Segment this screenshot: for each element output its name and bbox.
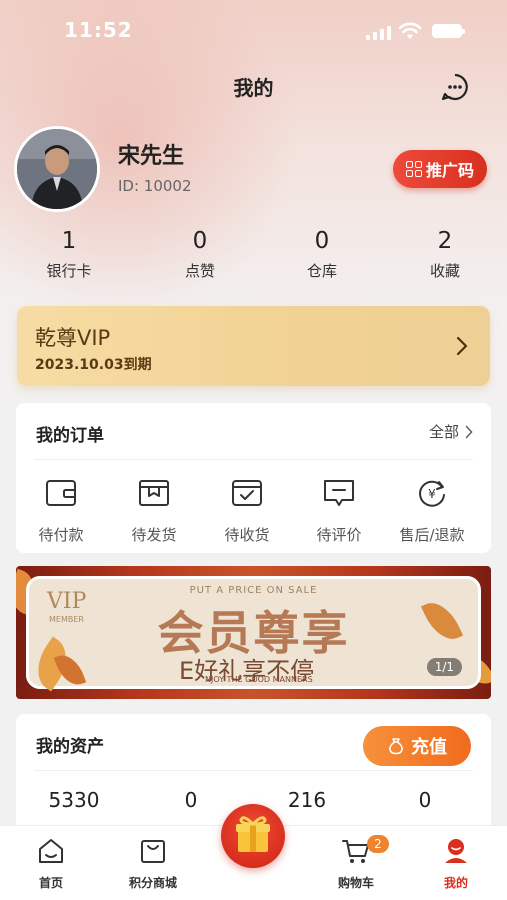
order-pending-shipment[interactable]: 待发货 <box>109 478 199 545</box>
tab-label: 首页 <box>38 876 63 890</box>
stat-label: 收藏 <box>429 262 460 280</box>
asset-value[interactable]: 0 <box>380 788 470 812</box>
divider <box>34 770 473 771</box>
message-icon[interactable] <box>440 72 470 102</box>
recharge-label: 充值 <box>411 737 447 758</box>
tab-home[interactable]: 首页 <box>6 836 96 891</box>
orders-card: 我的订单 全部 待付款 待发货 待收货 待评价 ¥ 售后/退款 <box>16 403 491 553</box>
order-after-sales[interactable]: ¥ 售后/退款 <box>386 478 478 545</box>
stat-value: 1 <box>61 228 77 254</box>
vip-card[interactable]: 乾尊VIP 2023.10.03到期 <box>17 306 490 386</box>
chevron-right-icon <box>456 336 468 356</box>
order-label: 售后/退款 <box>399 526 465 544</box>
money-bag-icon <box>389 738 403 755</box>
asset-value[interactable]: 5330 <box>29 788 119 812</box>
vip-title: 乾尊VIP <box>35 326 111 350</box>
user-id: ID: 10002 <box>118 177 192 195</box>
stat-label: 仓库 <box>306 262 337 280</box>
signal-icon <box>366 26 391 40</box>
gift-button[interactable] <box>221 804 285 868</box>
status-bar: 11:52 <box>0 0 507 60</box>
gift-icon <box>236 816 270 852</box>
stat-likes[interactable]: 0 点赞 <box>155 228 245 281</box>
order-label: 待发货 <box>131 526 177 544</box>
battery-icon <box>432 24 465 38</box>
assets-title: 我的资产 <box>36 737 104 757</box>
promo-code-label: 推广码 <box>425 161 474 180</box>
svg-text:¥: ¥ <box>428 487 436 501</box>
tab-profile[interactable]: 我的 <box>411 836 501 891</box>
banner-inner: VIP MEMBER PUT A PRICE ON SALE 会员尊享 E好礼享… <box>26 576 481 692</box>
home-icon <box>39 839 63 863</box>
order-pending-review[interactable]: 待评价 <box>294 478 384 545</box>
tab-points-mall[interactable]: 积分商城 <box>108 836 198 891</box>
profile-icon <box>445 839 467 863</box>
order-label: 待评价 <box>316 526 362 544</box>
box-icon <box>139 480 169 506</box>
cart-badge: 2 <box>367 835 389 853</box>
divider <box>34 459 473 460</box>
stat-warehouse[interactable]: 0 仓库 <box>277 228 367 281</box>
banner-subline-en: NJOY THE GOOD MANNERS <box>205 675 313 684</box>
status-time: 11:52 <box>64 18 133 42</box>
tab-label: 购物车 <box>337 876 374 890</box>
receive-icon <box>232 480 262 506</box>
comment-icon <box>324 480 354 506</box>
stat-label: 银行卡 <box>46 262 92 280</box>
recharge-button[interactable]: 充值 <box>363 726 471 766</box>
tab-label: 积分商城 <box>128 876 177 890</box>
qr-code-icon <box>405 161 422 177</box>
stat-label: 点赞 <box>184 262 215 280</box>
banner-pager: 1/1 <box>426 658 462 676</box>
stat-favorites[interactable]: 2 收藏 <box>400 228 490 281</box>
banner-tagline: PUT A PRICE ON SALE <box>189 585 318 596</box>
wallet-icon <box>46 480 76 506</box>
orders-title: 我的订单 <box>36 426 104 446</box>
stat-value: 0 <box>192 228 208 254</box>
mall-icon <box>141 840 165 863</box>
order-label: 待付款 <box>38 526 84 544</box>
orders-all-link[interactable]: 全部 <box>429 421 473 442</box>
tab-label: 我的 <box>443 876 468 890</box>
order-pending-payment[interactable]: 待付款 <box>16 478 106 545</box>
wifi-icon <box>398 22 422 39</box>
chevron-right-icon <box>465 425 473 438</box>
promo-code-button[interactable]: 推广码 <box>393 150 487 188</box>
user-name: 宋先生 <box>118 144 185 169</box>
stat-value: 2 <box>437 228 453 254</box>
stats-row: 1 银行卡 0 点赞 0 仓库 2 收藏 <box>0 228 507 288</box>
orders-all-label: 全部 <box>428 423 459 441</box>
avatar-photo <box>17 129 97 209</box>
order-pending-receipt[interactable]: 待收货 <box>202 478 292 545</box>
refund-icon: ¥ <box>419 480 445 507</box>
vip-expiry: 2023.10.03到期 <box>35 357 152 373</box>
promo-banner[interactable]: VIP MEMBER PUT A PRICE ON SALE 会员尊享 E好礼享… <box>16 566 491 699</box>
order-label: 待收货 <box>224 526 270 544</box>
avatar[interactable] <box>14 126 100 212</box>
page-title: 我的 <box>233 76 274 100</box>
stat-bank-card[interactable]: 1 银行卡 <box>24 228 114 281</box>
stat-value: 0 <box>314 228 330 254</box>
